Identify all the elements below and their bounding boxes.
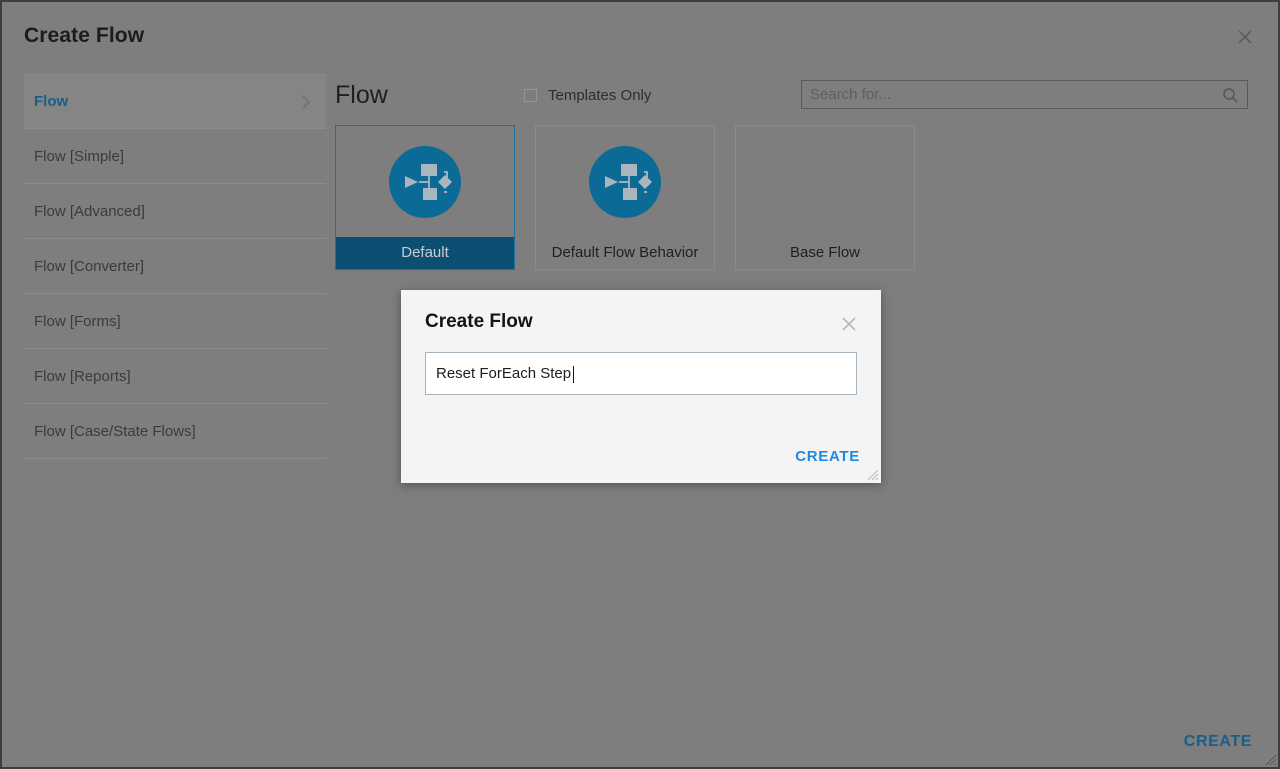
sidebar-item-label: Flow [Forms] xyxy=(34,312,121,330)
card-icon-area xyxy=(536,126,714,237)
page-title: Create Flow xyxy=(24,24,145,47)
sidebar-item-flow-forms[interactable]: Flow [Forms] xyxy=(24,294,326,349)
sidebar-item-flow-advanced[interactable]: Flow [Advanced] xyxy=(24,184,326,239)
category-sidebar: Flow Flow [Simple] Flow [Advanced] Flow … xyxy=(24,74,326,459)
flow-name-field[interactable] xyxy=(425,352,857,395)
sidebar-item-flow-case-state-flows[interactable]: Flow [Case/State Flows] xyxy=(24,404,326,459)
chevron-right-icon xyxy=(298,94,314,110)
dialog-resize-grip-icon[interactable] xyxy=(866,468,879,481)
templates-only-label: Templates Only xyxy=(548,86,652,104)
sidebar-item-label: Flow [Reports] xyxy=(34,367,131,385)
window-resize-grip-icon[interactable] xyxy=(1263,752,1277,766)
sidebar-item-label: Flow [Advanced] xyxy=(34,202,145,220)
sidebar-item-flow-converter[interactable]: Flow [Converter] xyxy=(24,239,326,294)
flow-diagram-icon xyxy=(389,145,461,218)
card-label: Default xyxy=(336,237,514,269)
sidebar-item-label: Flow [Simple] xyxy=(34,147,125,165)
template-card-base-flow[interactable]: Base Flow xyxy=(735,125,915,270)
section-title: Flow xyxy=(335,80,388,109)
search-icon xyxy=(1219,84,1241,106)
close-icon[interactable] xyxy=(1232,24,1258,50)
dialog-create-button[interactable]: CREATE xyxy=(795,448,860,465)
sidebar-item-flow-reports[interactable]: Flow [Reports] xyxy=(24,349,326,404)
sidebar-item-label: Flow [Converter] xyxy=(34,257,145,275)
card-label: Base Flow xyxy=(789,244,861,261)
card-icon-area xyxy=(336,126,514,237)
flow-diagram-icon xyxy=(589,145,661,218)
search-input[interactable] xyxy=(802,86,1219,103)
template-card-default-flow-behavior[interactable]: Default Flow Behavior xyxy=(535,125,715,270)
create-button[interactable]: CREATE xyxy=(1184,733,1252,751)
create-flow-dialog: Create Flow CREATE xyxy=(401,290,881,483)
sidebar-item-flow-simple[interactable]: Flow [Simple] xyxy=(24,129,326,184)
card-label: Default Flow Behavior xyxy=(551,244,699,261)
template-card-grid: Default Default Flow Behavior Base Flow xyxy=(335,125,1250,270)
sidebar-item-flow[interactable]: Flow xyxy=(24,74,326,129)
templates-only-control[interactable]: Templates Only xyxy=(524,87,651,104)
dialog-title: Create Flow xyxy=(425,311,533,332)
card-icon-area xyxy=(736,126,914,237)
template-card-default[interactable]: Default xyxy=(335,125,515,270)
main-header: Flow Templates Only xyxy=(335,74,1250,116)
templates-only-checkbox[interactable] xyxy=(524,88,537,102)
main-panel: Flow Templates Only Search for... Defaul… xyxy=(335,74,1250,270)
search-box[interactable] xyxy=(801,80,1248,109)
close-icon[interactable] xyxy=(839,314,859,334)
flow-name-input[interactable] xyxy=(426,353,856,394)
sidebar-item-label: Flow xyxy=(34,93,69,110)
text-caret xyxy=(573,366,575,383)
dialog-header: Create Flow xyxy=(401,290,881,352)
sidebar-item-label: Flow [Case/State Flows] xyxy=(34,422,196,440)
